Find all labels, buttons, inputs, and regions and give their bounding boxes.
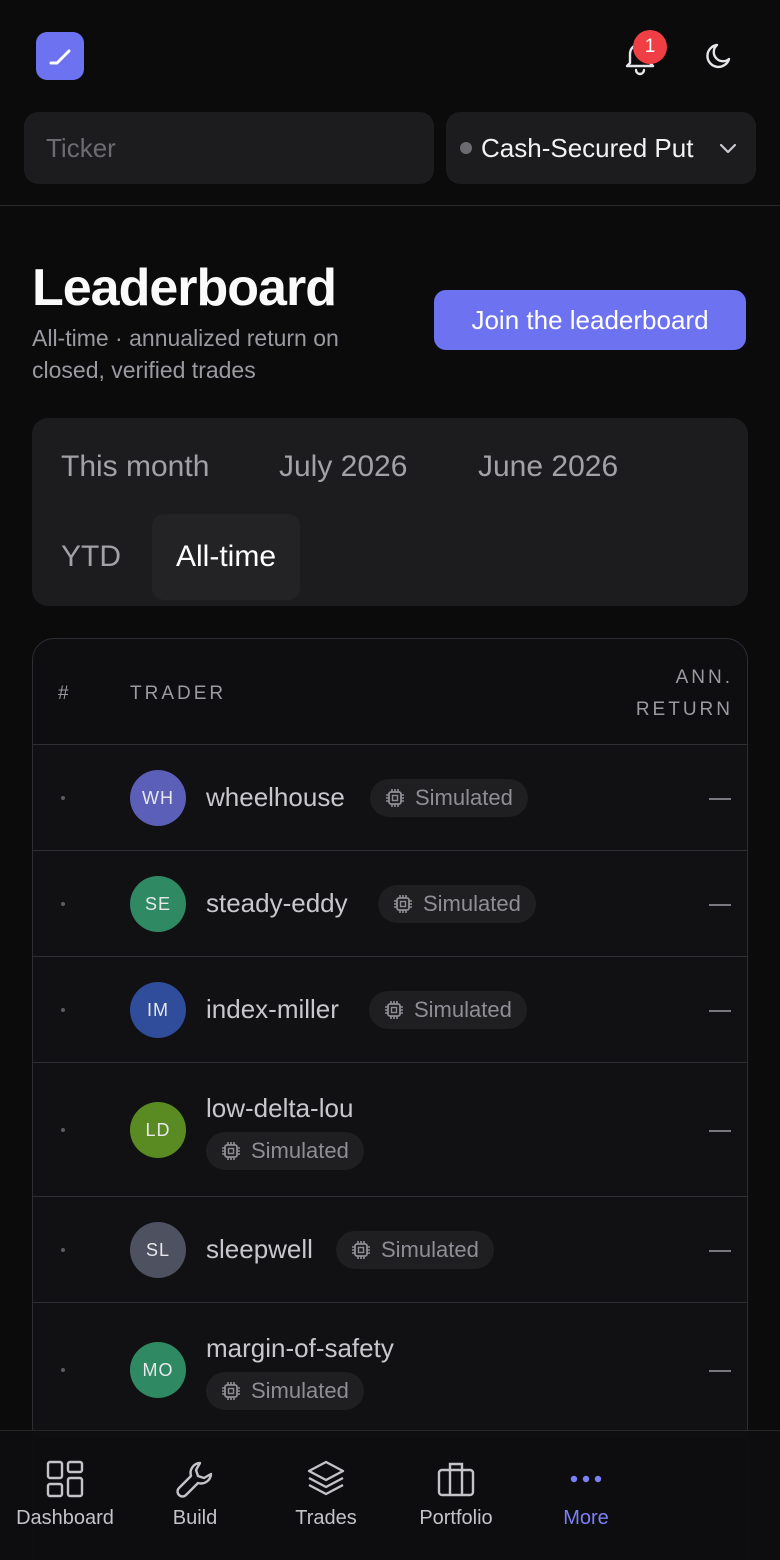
table-row[interactable]: SL sleepwell Simulated bbox=[33, 1197, 747, 1303]
trader-name[interactable]: sleepwell bbox=[206, 1234, 313, 1265]
nav-dashboard[interactable]: Dashboard bbox=[12, 1431, 118, 1560]
table-row[interactable]: LD low-delta-lou Simulated bbox=[33, 1063, 747, 1197]
nav-label: Trades bbox=[295, 1507, 357, 1529]
badge-label: Simulated bbox=[381, 1237, 479, 1262]
nav-more[interactable]: More bbox=[546, 1431, 626, 1560]
chip-icon bbox=[385, 1001, 403, 1019]
nav-trades[interactable]: Trades bbox=[280, 1431, 372, 1560]
avatar: LD bbox=[130, 1102, 186, 1158]
app-logo[interactable] bbox=[36, 32, 84, 80]
layers-icon bbox=[307, 1460, 345, 1496]
table-row[interactable]: SE steady-eddy Simulated bbox=[33, 851, 747, 957]
badge-label: Simulated bbox=[415, 785, 513, 810]
return-value-empty bbox=[709, 1370, 731, 1372]
rank-dot bbox=[61, 1368, 65, 1372]
avatar: MO bbox=[130, 1342, 186, 1398]
trader-name[interactable]: steady-eddy bbox=[206, 888, 348, 919]
tab-ytd[interactable]: YTD bbox=[37, 514, 145, 600]
tab-june-2026[interactable]: June 2026 bbox=[454, 424, 642, 510]
grid-icon bbox=[46, 1460, 84, 1498]
page-subtitle: All-time · annualized return on closed, … bbox=[32, 325, 339, 383]
simulated-badge: Simulated bbox=[369, 991, 527, 1029]
avatar: WH bbox=[130, 770, 186, 826]
wrench-icon bbox=[176, 1461, 213, 1498]
rank-dot bbox=[61, 796, 65, 800]
trader-name[interactable]: margin-of-safety bbox=[206, 1333, 394, 1364]
moon-icon[interactable] bbox=[702, 38, 738, 74]
tab-this-month[interactable]: This month bbox=[37, 424, 233, 510]
chip-icon bbox=[222, 1382, 240, 1400]
chip-icon bbox=[386, 789, 404, 807]
simulated-badge: Simulated bbox=[370, 779, 528, 817]
return-value-empty bbox=[709, 1250, 731, 1252]
nav-build[interactable]: Build bbox=[150, 1431, 240, 1560]
tab-july-2026[interactable]: July 2026 bbox=[255, 424, 431, 510]
simulated-badge: Simulated bbox=[206, 1132, 364, 1170]
ticker-input[interactable] bbox=[24, 112, 434, 184]
notification-badge: 1 bbox=[633, 30, 667, 64]
briefcase-icon bbox=[437, 1462, 475, 1497]
top-bar: 1 Cash-Secured Put bbox=[0, 0, 780, 206]
rank-dot bbox=[61, 1008, 65, 1012]
badge-label: Simulated bbox=[423, 891, 521, 916]
simulated-badge: Simulated bbox=[336, 1231, 494, 1269]
nav-label: More bbox=[563, 1507, 609, 1529]
bottom-navigation: Dashboard Build Trades Portfolio More bbox=[0, 1430, 780, 1560]
nav-label: Build bbox=[172, 1507, 218, 1529]
badge-label: Simulated bbox=[414, 997, 512, 1022]
chip-icon bbox=[352, 1241, 370, 1259]
strategy-status-dot bbox=[460, 142, 472, 154]
strategy-select[interactable]: Cash-Secured Put bbox=[446, 112, 756, 184]
period-tabs: This month July 2026 June 2026 YTD All-t… bbox=[32, 418, 748, 606]
chip-icon bbox=[394, 895, 412, 913]
nav-label: Portfolio bbox=[419, 1507, 493, 1529]
header-rank: # bbox=[58, 683, 72, 704]
badge-label: Simulated bbox=[251, 1138, 349, 1163]
trader-name[interactable]: index-miller bbox=[206, 994, 339, 1025]
page-title: Leaderboard bbox=[32, 259, 337, 317]
trader-name[interactable]: low-delta-lou bbox=[206, 1093, 353, 1124]
header-return-line1: ANN. bbox=[675, 667, 733, 688]
chip-icon bbox=[222, 1142, 240, 1160]
return-value-empty bbox=[709, 1130, 731, 1132]
return-value-empty bbox=[709, 904, 731, 906]
badge-label: Simulated bbox=[251, 1378, 349, 1403]
join-leaderboard-button[interactable]: Join the leaderboard bbox=[434, 290, 746, 350]
header-return-line2: RETURN bbox=[635, 699, 733, 720]
logo-check-icon bbox=[49, 49, 71, 65]
chevron-down-icon bbox=[719, 143, 737, 154]
rank-dot bbox=[61, 1128, 65, 1132]
avatar: IM bbox=[130, 982, 186, 1038]
table-header: # TRADER ANN. RETURN bbox=[33, 639, 747, 745]
avatar: SL bbox=[130, 1222, 186, 1278]
rank-dot bbox=[61, 1248, 65, 1252]
strategy-label: Cash-Secured Put bbox=[481, 132, 694, 163]
avatar: SE bbox=[130, 876, 186, 932]
simulated-badge: Simulated bbox=[378, 885, 536, 923]
tab-all-time[interactable]: All-time bbox=[152, 514, 301, 600]
simulated-badge: Simulated bbox=[206, 1372, 364, 1410]
nav-label: Dashboard bbox=[16, 1507, 114, 1529]
table-row[interactable]: WH wheelhouse Simulated bbox=[33, 745, 747, 851]
nav-portfolio[interactable]: Portfolio bbox=[404, 1431, 508, 1560]
rank-dot bbox=[61, 902, 65, 906]
return-value-empty bbox=[709, 798, 731, 800]
trader-name[interactable]: wheelhouse bbox=[206, 782, 345, 813]
table-row[interactable]: IM index-miller Simulated bbox=[33, 957, 747, 1063]
header-trader: TRADER bbox=[130, 683, 227, 704]
more-dots-icon bbox=[570, 1475, 602, 1483]
return-value-empty bbox=[709, 1010, 731, 1012]
leaderboard-table: # TRADER ANN. RETURN WH wheelhouse Simul… bbox=[32, 638, 748, 1560]
table-row[interactable]: MO margin-of-safety Simulated bbox=[33, 1303, 747, 1437]
